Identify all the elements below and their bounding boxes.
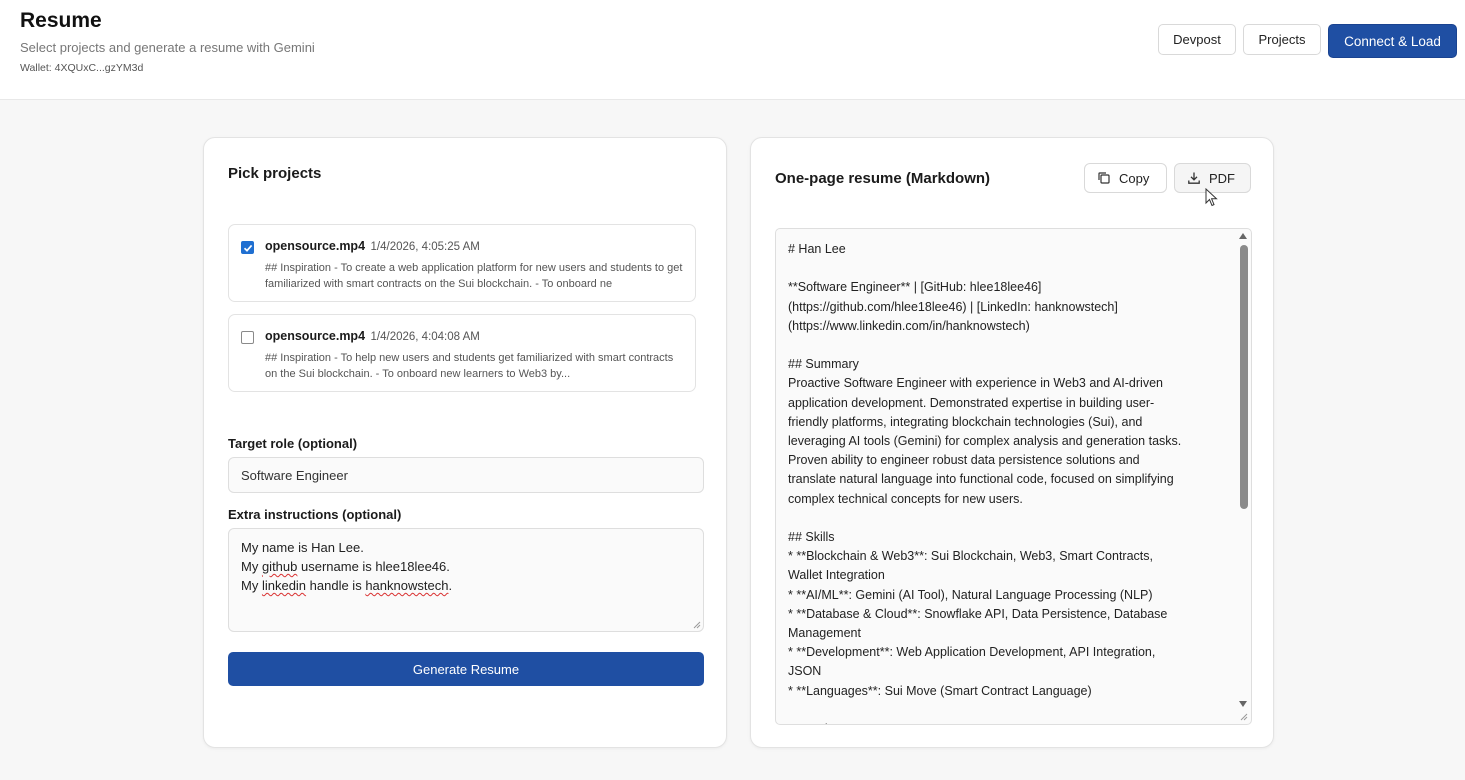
markdown-line	[788, 509, 1228, 528]
markdown-line: * **AI/ML**: Gemini (AI Tool), Natural L…	[788, 587, 1153, 602]
markdown-line: application development. Demonstrated ex…	[788, 395, 1155, 410]
project-checkbox[interactable]	[241, 331, 254, 344]
app-header: Resume Select projects and generate a re…	[0, 0, 1465, 100]
markdown-line: **Software Engineer** | [GitHub: hlee18l…	[788, 280, 1042, 295]
extra-line-1: My name is Han Lee.	[241, 540, 364, 555]
scroll-up-arrow-icon[interactable]	[1239, 233, 1247, 239]
markdown-line: * **Blockchain & Web3**: Sui Blockchain,…	[788, 549, 1153, 564]
markdown-line: Management	[788, 626, 861, 641]
project-name: opensource.mp4	[265, 239, 366, 253]
markdown-line	[788, 701, 1228, 720]
markdown-line	[788, 259, 1228, 278]
extra-instructions-textarea[interactable]: My name is Han Lee. My github username i…	[228, 528, 704, 632]
markdown-line: # Han Lee	[788, 242, 846, 256]
markdown-line: JSON	[788, 664, 822, 679]
generate-resume-button[interactable]: Generate Resume	[228, 652, 704, 686]
project-item[interactable]: opensource.mp4 1/4/2026, 4:05:25 AM ## I…	[228, 224, 696, 302]
copy-icon	[1098, 172, 1110, 184]
wallet-address: Wallet: 4XQUxC...gzYM3d	[20, 62, 144, 74]
spellcheck-word: github	[261, 559, 298, 574]
markdown-line: ## Skills	[788, 530, 835, 544]
project-name: opensource.mp4	[265, 329, 366, 343]
project-date: 1/4/2026, 4:05:25 AM	[370, 241, 480, 253]
project-date: 1/4/2026, 4:04:08 AM	[370, 331, 480, 343]
extra-line-2: My github username is hlee18lee46.	[241, 559, 450, 574]
resume-title: One-page resume (Markdown)	[775, 170, 991, 187]
extra-line-3: My linkedin handle is hanknowstech.	[241, 578, 453, 593]
projects-button[interactable]: Projects	[1243, 24, 1321, 55]
spellcheck-word: hanknowstech	[365, 578, 449, 593]
target-role-label: Target role (optional)	[228, 436, 358, 451]
markdown-line: Wallet Integration	[788, 568, 885, 583]
spellcheck-word: linkedin	[261, 578, 307, 593]
markdown-line: Proactive Software Engineer with experie…	[788, 376, 1163, 391]
check-icon	[243, 244, 252, 252]
project-checkbox-checked[interactable]	[241, 241, 254, 254]
scrollbar[interactable]	[1235, 229, 1251, 724]
markdown-line: Proven ability to engineer robust data p…	[788, 453, 1140, 468]
download-icon	[1188, 172, 1200, 184]
markdown-line: friendly platforms, integrating blockcha…	[788, 414, 1143, 429]
markdown-line: * **Languages**: Sui Move (Smart Contrac…	[788, 683, 1092, 698]
devpost-button[interactable]: Devpost	[1158, 24, 1236, 55]
markdown-line: (https://www.linkedin.com/in/hanknowstec…	[788, 318, 1030, 333]
resume-output-card: One-page resume (Markdown) Copy PDF # Ha…	[750, 137, 1274, 748]
markdown-line: leveraging AI tools (Gemini) for complex…	[788, 434, 1182, 448]
resize-grip-icon[interactable]	[693, 621, 701, 629]
target-role-input[interactable]	[228, 457, 704, 493]
markdown-line: (https://github.com/hlee18lee46) | [Link…	[788, 299, 1118, 314]
markdown-line: complex technical concepts for new users…	[788, 491, 1023, 506]
pick-projects-title: Pick projects	[228, 165, 322, 182]
mouse-cursor-icon	[1205, 188, 1218, 207]
scrollbar-thumb[interactable]	[1240, 245, 1248, 509]
project-description: ## Inspiration - To create a web applica…	[265, 262, 683, 290]
page-subtitle: Select projects and generate a resume wi…	[20, 40, 315, 55]
extra-instructions-label: Extra instructions (optional)	[228, 507, 402, 522]
markdown-line: * **Database & Cloud**: Snowflake API, D…	[788, 606, 1168, 621]
copy-button[interactable]: Copy	[1084, 163, 1167, 193]
resume-markdown-content: # Han Lee **Software Engineer** | [GitHub…	[788, 240, 1228, 724]
markdown-line: translate natural language into function…	[788, 472, 1174, 487]
scroll-down-arrow-icon[interactable]	[1239, 701, 1247, 707]
connect-load-button[interactable]: Connect & Load	[1328, 24, 1457, 58]
page-title: Resume	[20, 9, 102, 32]
markdown-line: ## Projects	[788, 720, 1228, 724]
markdown-line: ## Summary	[788, 357, 859, 372]
pick-projects-card: Pick projects opensource.mp4 1/4/2026, 4…	[203, 137, 727, 748]
pdf-label: PDF	[1209, 170, 1235, 186]
resume-markdown-textarea[interactable]: # Han Lee **Software Engineer** | [GitHub…	[775, 228, 1252, 725]
project-description: ## Inspiration - To help new users and s…	[265, 352, 674, 380]
markdown-line: * **Development**: Web Application Devel…	[788, 645, 1156, 660]
project-item[interactable]: opensource.mp4 1/4/2026, 4:04:08 AM ## I…	[228, 314, 696, 392]
markdown-line	[788, 336, 1228, 355]
copy-label: Copy	[1119, 170, 1150, 186]
resize-grip-icon[interactable]	[1240, 713, 1248, 721]
